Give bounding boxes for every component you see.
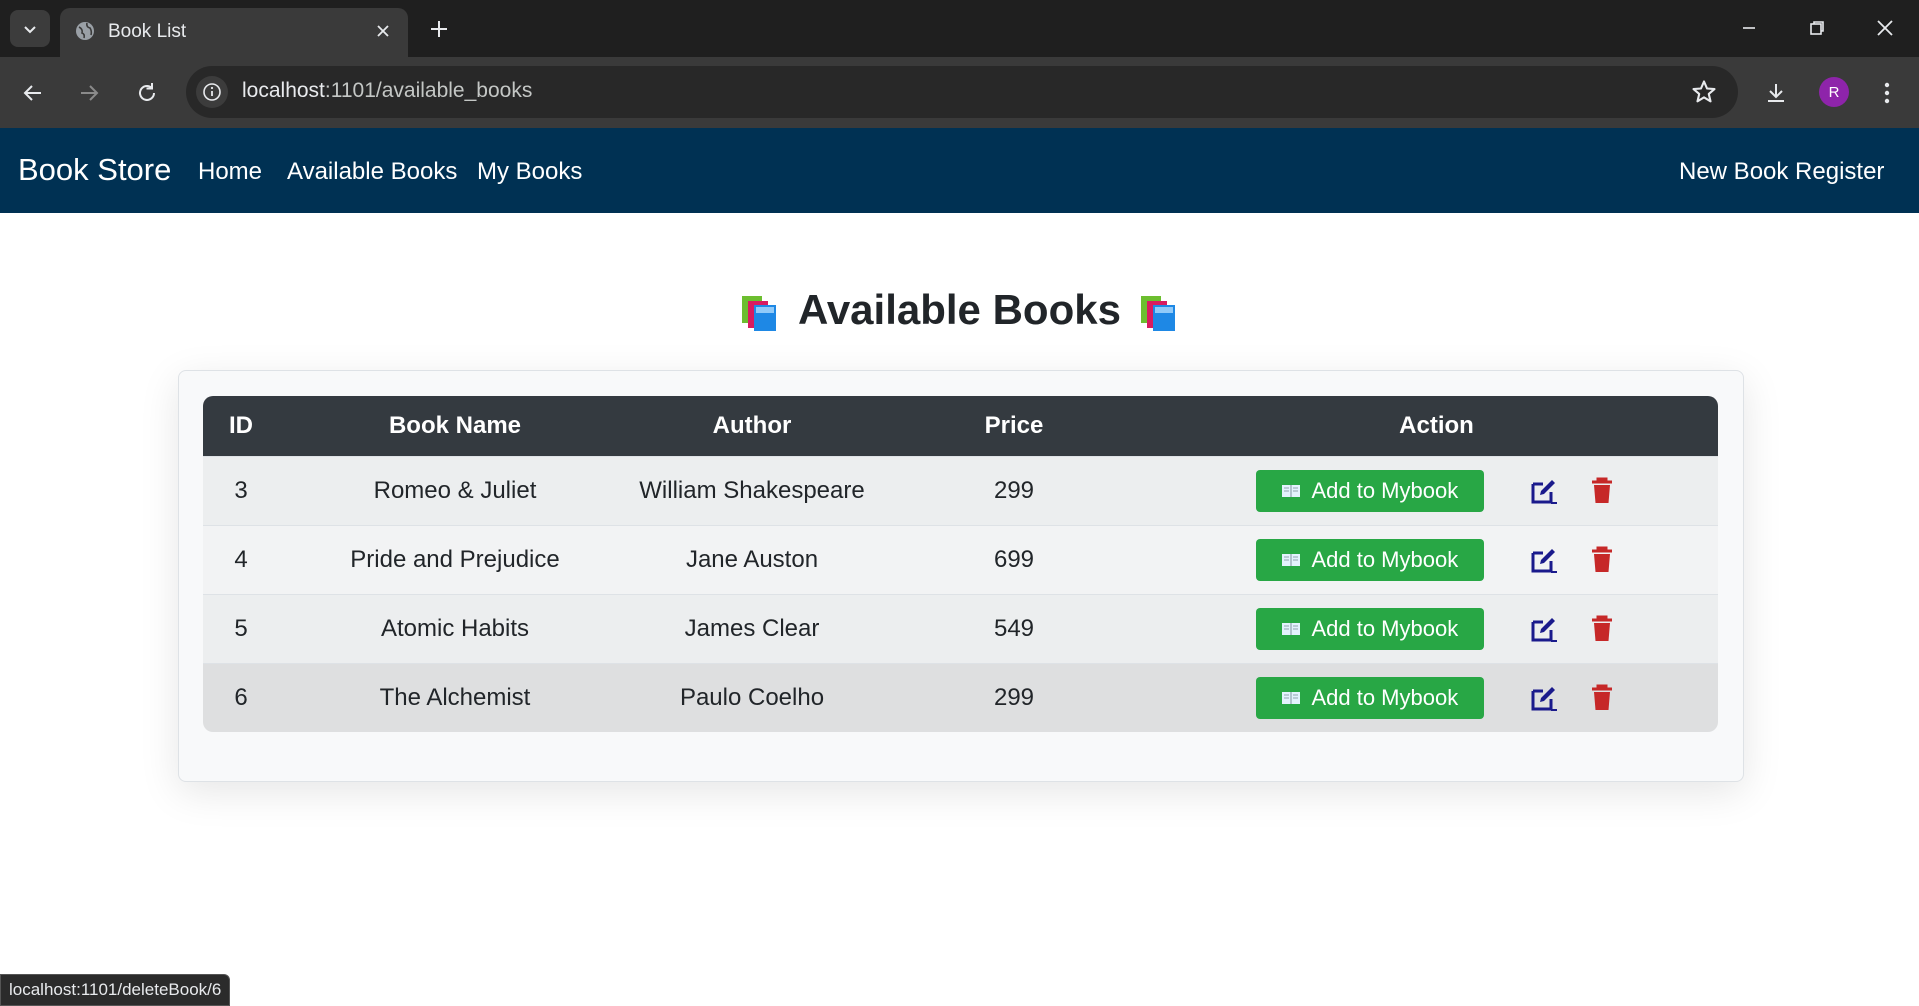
cell-id: 6 — [203, 663, 279, 732]
address-bar[interactable]: localhost:1101/available_books — [186, 66, 1738, 118]
books-table: ID Book Name Author Price Action 3 Romeo… — [203, 396, 1718, 732]
cell-id: 3 — [203, 456, 279, 525]
cell-actions: Add to Mybook — [1155, 525, 1718, 594]
table-row: 3 Romeo & Juliet William Shakespeare 299… — [203, 456, 1718, 525]
cell-actions: Add to Mybook — [1155, 456, 1718, 525]
cell-price: 299 — [873, 456, 1155, 525]
brand-link[interactable]: Book Store — [18, 152, 171, 188]
books-icon — [1140, 295, 1175, 331]
chevron-down-icon — [24, 25, 36, 33]
books-card: ID Book Name Author Price Action 3 Romeo… — [178, 370, 1744, 782]
cell-book-name: Pride and Prejudice — [279, 525, 631, 594]
add-button-label: Add to Mybook — [1311, 478, 1459, 503]
cell-author: James Clear — [631, 594, 873, 663]
column-header-action: Action — [1399, 412, 1474, 439]
table-row: 5 Atomic Habits James Clear 549 Add to M… — [203, 594, 1718, 663]
trash-icon[interactable] — [1587, 476, 1617, 506]
arrow-right-icon — [81, 85, 99, 101]
more-vert-icon — [1884, 82, 1890, 104]
add-to-mybook-button[interactable]: Add to Mybook — [1255, 470, 1484, 512]
cell-book-name: Romeo & Juliet — [279, 456, 631, 525]
cell-id: 5 — [203, 594, 279, 663]
cell-book-name: The Alchemist — [279, 663, 631, 732]
cell-actions: Add to Mybook — [1155, 594, 1718, 663]
page-title: Available Books — [0, 286, 1919, 334]
nav-link-my-books[interactable]: My Books — [477, 158, 582, 186]
tab-close-button[interactable] — [372, 20, 394, 42]
edit-icon[interactable] — [1529, 476, 1559, 506]
minimize-icon — [1743, 27, 1755, 29]
cell-price: 699 — [873, 525, 1155, 594]
column-header-author: Author — [712, 412, 792, 439]
cell-price: 549 — [873, 594, 1155, 663]
restore-button[interactable] — [1794, 10, 1840, 46]
add-to-mybook-button[interactable]: Add to Mybook — [1255, 539, 1484, 581]
info-icon — [203, 83, 221, 101]
edit-icon[interactable] — [1529, 545, 1559, 575]
plus-icon — [431, 21, 447, 37]
back-button[interactable] — [14, 74, 52, 112]
edit-icon[interactable] — [1529, 683, 1559, 713]
add-to-mybook-button[interactable]: Add to Mybook — [1255, 608, 1484, 650]
table-header-row: ID Book Name Author Price Action — [203, 396, 1718, 456]
add-button-label: Add to Mybook — [1311, 547, 1459, 572]
tab-search-button[interactable] — [10, 10, 50, 47]
open-book-icon — [1282, 692, 1301, 704]
add-button-label: Add to Mybook — [1311, 685, 1459, 710]
cell-book-name: Atomic Habits — [279, 594, 631, 663]
browser-tab-active[interactable]: Book List — [60, 8, 408, 57]
close-window-button[interactable] — [1862, 10, 1908, 46]
add-button-label: Add to Mybook — [1311, 616, 1459, 641]
open-book-icon — [1282, 554, 1301, 566]
books-icon — [742, 295, 777, 331]
open-book-icon — [1282, 485, 1301, 497]
browser-toolbar: localhost:1101/available_books R — [0, 57, 1919, 128]
column-header-id: ID — [229, 412, 253, 439]
column-header-price: Price — [984, 412, 1044, 439]
site-info-button[interactable] — [196, 76, 228, 108]
minimize-button[interactable] — [1726, 10, 1772, 46]
cell-actions: Add to Mybook — [1155, 663, 1718, 732]
profile-avatar[interactable]: R — [1819, 77, 1849, 107]
nav-link-new-book-register[interactable]: New Book Register — [1679, 158, 1884, 186]
edit-icon[interactable] — [1529, 614, 1559, 644]
downloads-button[interactable] — [1757, 74, 1795, 112]
cell-author: William Shakespeare — [631, 456, 873, 525]
page-title-text: Available Books — [798, 286, 1121, 333]
table-row: 4 Pride and Prejudice Jane Auston 699 Ad… — [203, 525, 1718, 594]
trash-icon[interactable] — [1587, 683, 1617, 713]
new-tab-button[interactable] — [424, 14, 454, 44]
close-icon — [377, 25, 389, 37]
nav-link-available-books[interactable]: Available Books — [287, 158, 457, 186]
restore-icon — [1810, 21, 1824, 35]
browser-menu-button[interactable] — [1868, 74, 1906, 112]
app-navbar: Book Store Home Available Books My Books… — [0, 128, 1919, 213]
reload-icon — [139, 83, 155, 101]
add-to-mybook-button[interactable]: Add to Mybook — [1255, 677, 1484, 719]
url-host: localhost — [242, 79, 325, 102]
table-row: 6 The Alchemist Paulo Coelho 299 Add to … — [203, 663, 1718, 732]
cell-author: Jane Auston — [631, 525, 873, 594]
open-book-icon — [1282, 623, 1301, 635]
trash-icon[interactable] — [1587, 614, 1617, 644]
column-header-book-name: Book Name — [388, 412, 522, 439]
url-path: :1101/available_books — [324, 79, 533, 102]
nav-link-home[interactable]: Home — [198, 158, 262, 186]
cell-author: Paulo Coelho — [631, 663, 873, 732]
close-icon — [1877, 20, 1893, 36]
browser-tabstrip: Book List — [0, 0, 1919, 57]
cell-id: 4 — [203, 525, 279, 594]
url-text: localhost:1101/available_books — [242, 79, 532, 103]
download-icon — [1768, 84, 1784, 102]
forward-button[interactable] — [70, 74, 108, 112]
reload-button[interactable] — [128, 74, 166, 112]
star-icon[interactable] — [1690, 78, 1718, 106]
status-bar-url: localhost:1101/deleteBook/6 — [0, 974, 231, 1006]
globe-icon — [76, 22, 94, 40]
cell-price: 299 — [873, 663, 1155, 732]
tab-title: Book List — [108, 21, 187, 42]
trash-icon[interactable] — [1587, 545, 1617, 575]
arrow-left-icon — [23, 85, 41, 101]
